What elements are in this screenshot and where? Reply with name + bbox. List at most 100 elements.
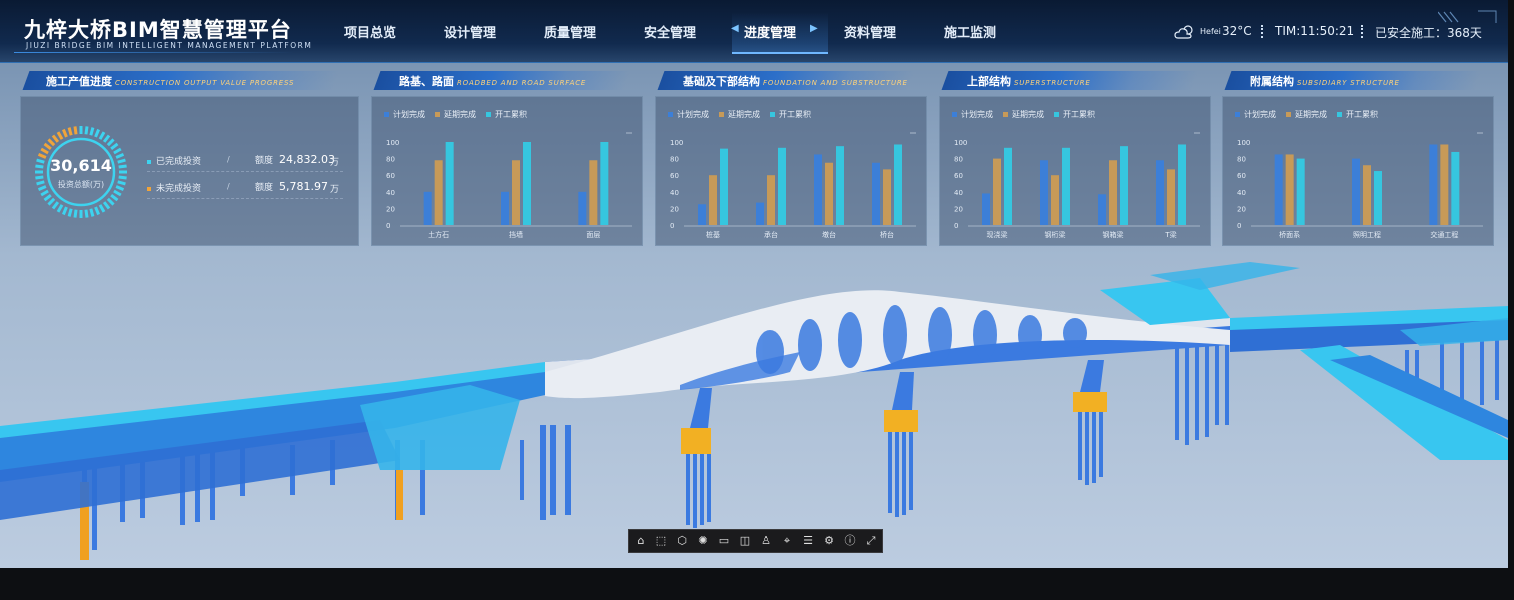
ring-tick (40, 147, 49, 155)
person-icon[interactable]: ♙ (758, 533, 774, 549)
bar-plan[interactable] (982, 193, 990, 225)
roadbed-bar-chart: 0 20 40 60 80 100 土方石 挡墙 面层 (386, 132, 632, 239)
nav-prev-arrow-icon[interactable]: ◀ (731, 23, 739, 34)
ring-tick (117, 180, 126, 186)
row-divider (147, 171, 343, 172)
completed-investment-quota: 额度 24,832.03 (255, 153, 335, 166)
uncompleted-investment-unit: 万 (330, 185, 340, 195)
completed-dot (147, 159, 151, 164)
bar-delay[interactable] (825, 162, 833, 225)
bar-start[interactable] (445, 142, 454, 225)
bar-plan[interactable] (1352, 158, 1360, 225)
nav-item-safety[interactable]: 安全管理 (644, 22, 696, 41)
ring-tick (113, 189, 122, 197)
cube-icon[interactable]: ⬡ (674, 533, 690, 549)
ring-tick (94, 206, 100, 216)
bar-delay[interactable] (709, 175, 717, 225)
foundation-panel-title: 基础及下部结构 FOUNDATION AND SUBSTRUCTURE (683, 73, 908, 89)
nav-item-design[interactable]: 设计管理 (444, 22, 496, 41)
ring-tick (102, 134, 111, 143)
measure-icon[interactable]: ▭ (716, 533, 732, 549)
bar-start[interactable] (894, 144, 902, 225)
bar-delay[interactable] (1167, 169, 1175, 225)
home-icon[interactable]: ⌂ (633, 533, 649, 549)
y-tick-label: 40 (386, 189, 395, 197)
nav-item-quality[interactable]: 质量管理 (544, 22, 596, 41)
bar-start[interactable] (600, 142, 609, 225)
y-tick-label: 80 (386, 156, 395, 164)
bar-plan[interactable] (578, 191, 587, 225)
bar-delay[interactable] (1109, 160, 1117, 225)
bar-delay[interactable] (1440, 144, 1449, 225)
bar-delay[interactable] (589, 160, 598, 225)
bar-start[interactable] (1374, 171, 1382, 225)
bar-plan[interactable] (814, 154, 822, 225)
bar-delay[interactable] (434, 160, 443, 225)
output-panel-title: 施工产值进度 CONSTRUCTION OUTPUT VALUE PROGRESS (46, 75, 295, 88)
nav-item-progress[interactable]: 进度管理 (744, 22, 796, 41)
bar-plan[interactable] (1429, 144, 1438, 225)
bar-plan[interactable] (1098, 194, 1106, 225)
bar-start[interactable] (1062, 147, 1070, 225)
bar-plan[interactable] (423, 191, 432, 225)
ring-tick (67, 208, 73, 217)
y-tick-label: 20 (670, 205, 679, 213)
bar-delay[interactable] (767, 175, 775, 225)
bar-delay[interactable] (883, 169, 891, 225)
sun-icon[interactable]: ✺ (695, 533, 711, 549)
ring-tick (47, 138, 56, 147)
gear-icon[interactable]: ⚙ (821, 533, 837, 549)
bar-delay[interactable] (1051, 175, 1059, 225)
bar-plan[interactable] (872, 162, 880, 225)
nav-item-overview[interactable]: 项目总览 (344, 22, 396, 41)
nav-item-monitoring[interactable]: 施工监测 (944, 22, 996, 41)
row-divider (147, 198, 343, 199)
bar-start[interactable] (836, 146, 844, 225)
x-tick-label: 钢箱梁 (1103, 230, 1124, 239)
nav-next-arrow-icon[interactable]: ▶ (810, 23, 818, 34)
info-icon[interactable]: ⓘ (842, 533, 858, 549)
nav-item-documents[interactable]: 资料管理 (844, 22, 896, 41)
bar-plan[interactable] (1274, 154, 1283, 225)
y-tick-label: 80 (954, 156, 963, 164)
bar-start[interactable] (1004, 147, 1012, 225)
panel-title-en: SUPERSTRUCTURE (1014, 79, 1091, 87)
bar-plan[interactable] (1040, 160, 1048, 225)
bar-plan[interactable] (698, 204, 706, 225)
bar-delay[interactable] (1363, 165, 1371, 225)
y-tick-label: 100 (670, 139, 683, 147)
bar-start[interactable] (1178, 144, 1186, 225)
bar-start[interactable] (720, 148, 728, 225)
x-tick-label: 桩基 (706, 230, 720, 239)
bar-start[interactable] (778, 147, 786, 225)
bar-start[interactable] (1451, 151, 1460, 225)
bar-delay[interactable] (1285, 154, 1294, 225)
fullscreen-icon[interactable]: ⤢ (863, 533, 879, 549)
list-icon[interactable]: ☰ (800, 533, 816, 549)
bar-delay[interactable] (993, 158, 1001, 225)
bar-delay[interactable] (512, 160, 520, 225)
select-icon[interactable]: ⬚ (653, 533, 669, 549)
platform-title: 九梓大桥BIM智慧管理平台 (24, 18, 292, 42)
bar-start[interactable] (523, 142, 531, 225)
ring-tick (73, 209, 78, 218)
ring-tick (56, 131, 64, 140)
bar-start[interactable] (1296, 158, 1305, 225)
bar-plan[interactable] (1156, 160, 1164, 225)
location-icon[interactable]: ⌖ (779, 533, 795, 549)
section-icon[interactable]: ◫ (737, 533, 753, 549)
ring-tick (89, 127, 95, 136)
ring-tick (98, 131, 106, 140)
y-tick-label: 100 (1237, 139, 1250, 147)
y-tick-label: 0 (670, 222, 674, 230)
x-tick-label: 照明工程 (1353, 230, 1381, 239)
y-tick-label: 0 (1237, 222, 1241, 230)
x-tick-label: 土方石 (428, 230, 449, 239)
subsidiary-panel-title: 附属结构 SUBSIDIARY STRUCTURE (1250, 73, 1400, 89)
bar-plan[interactable] (501, 191, 509, 225)
bar-start[interactable] (1120, 146, 1128, 225)
uncompleted-investment-quota: 额度 5,781.97 (255, 180, 328, 193)
superstructure-panel-title: 上部结构 SUPERSTRUCTURE (967, 73, 1091, 89)
y-tick-label: 60 (386, 172, 395, 180)
bar-plan[interactable] (756, 202, 764, 225)
